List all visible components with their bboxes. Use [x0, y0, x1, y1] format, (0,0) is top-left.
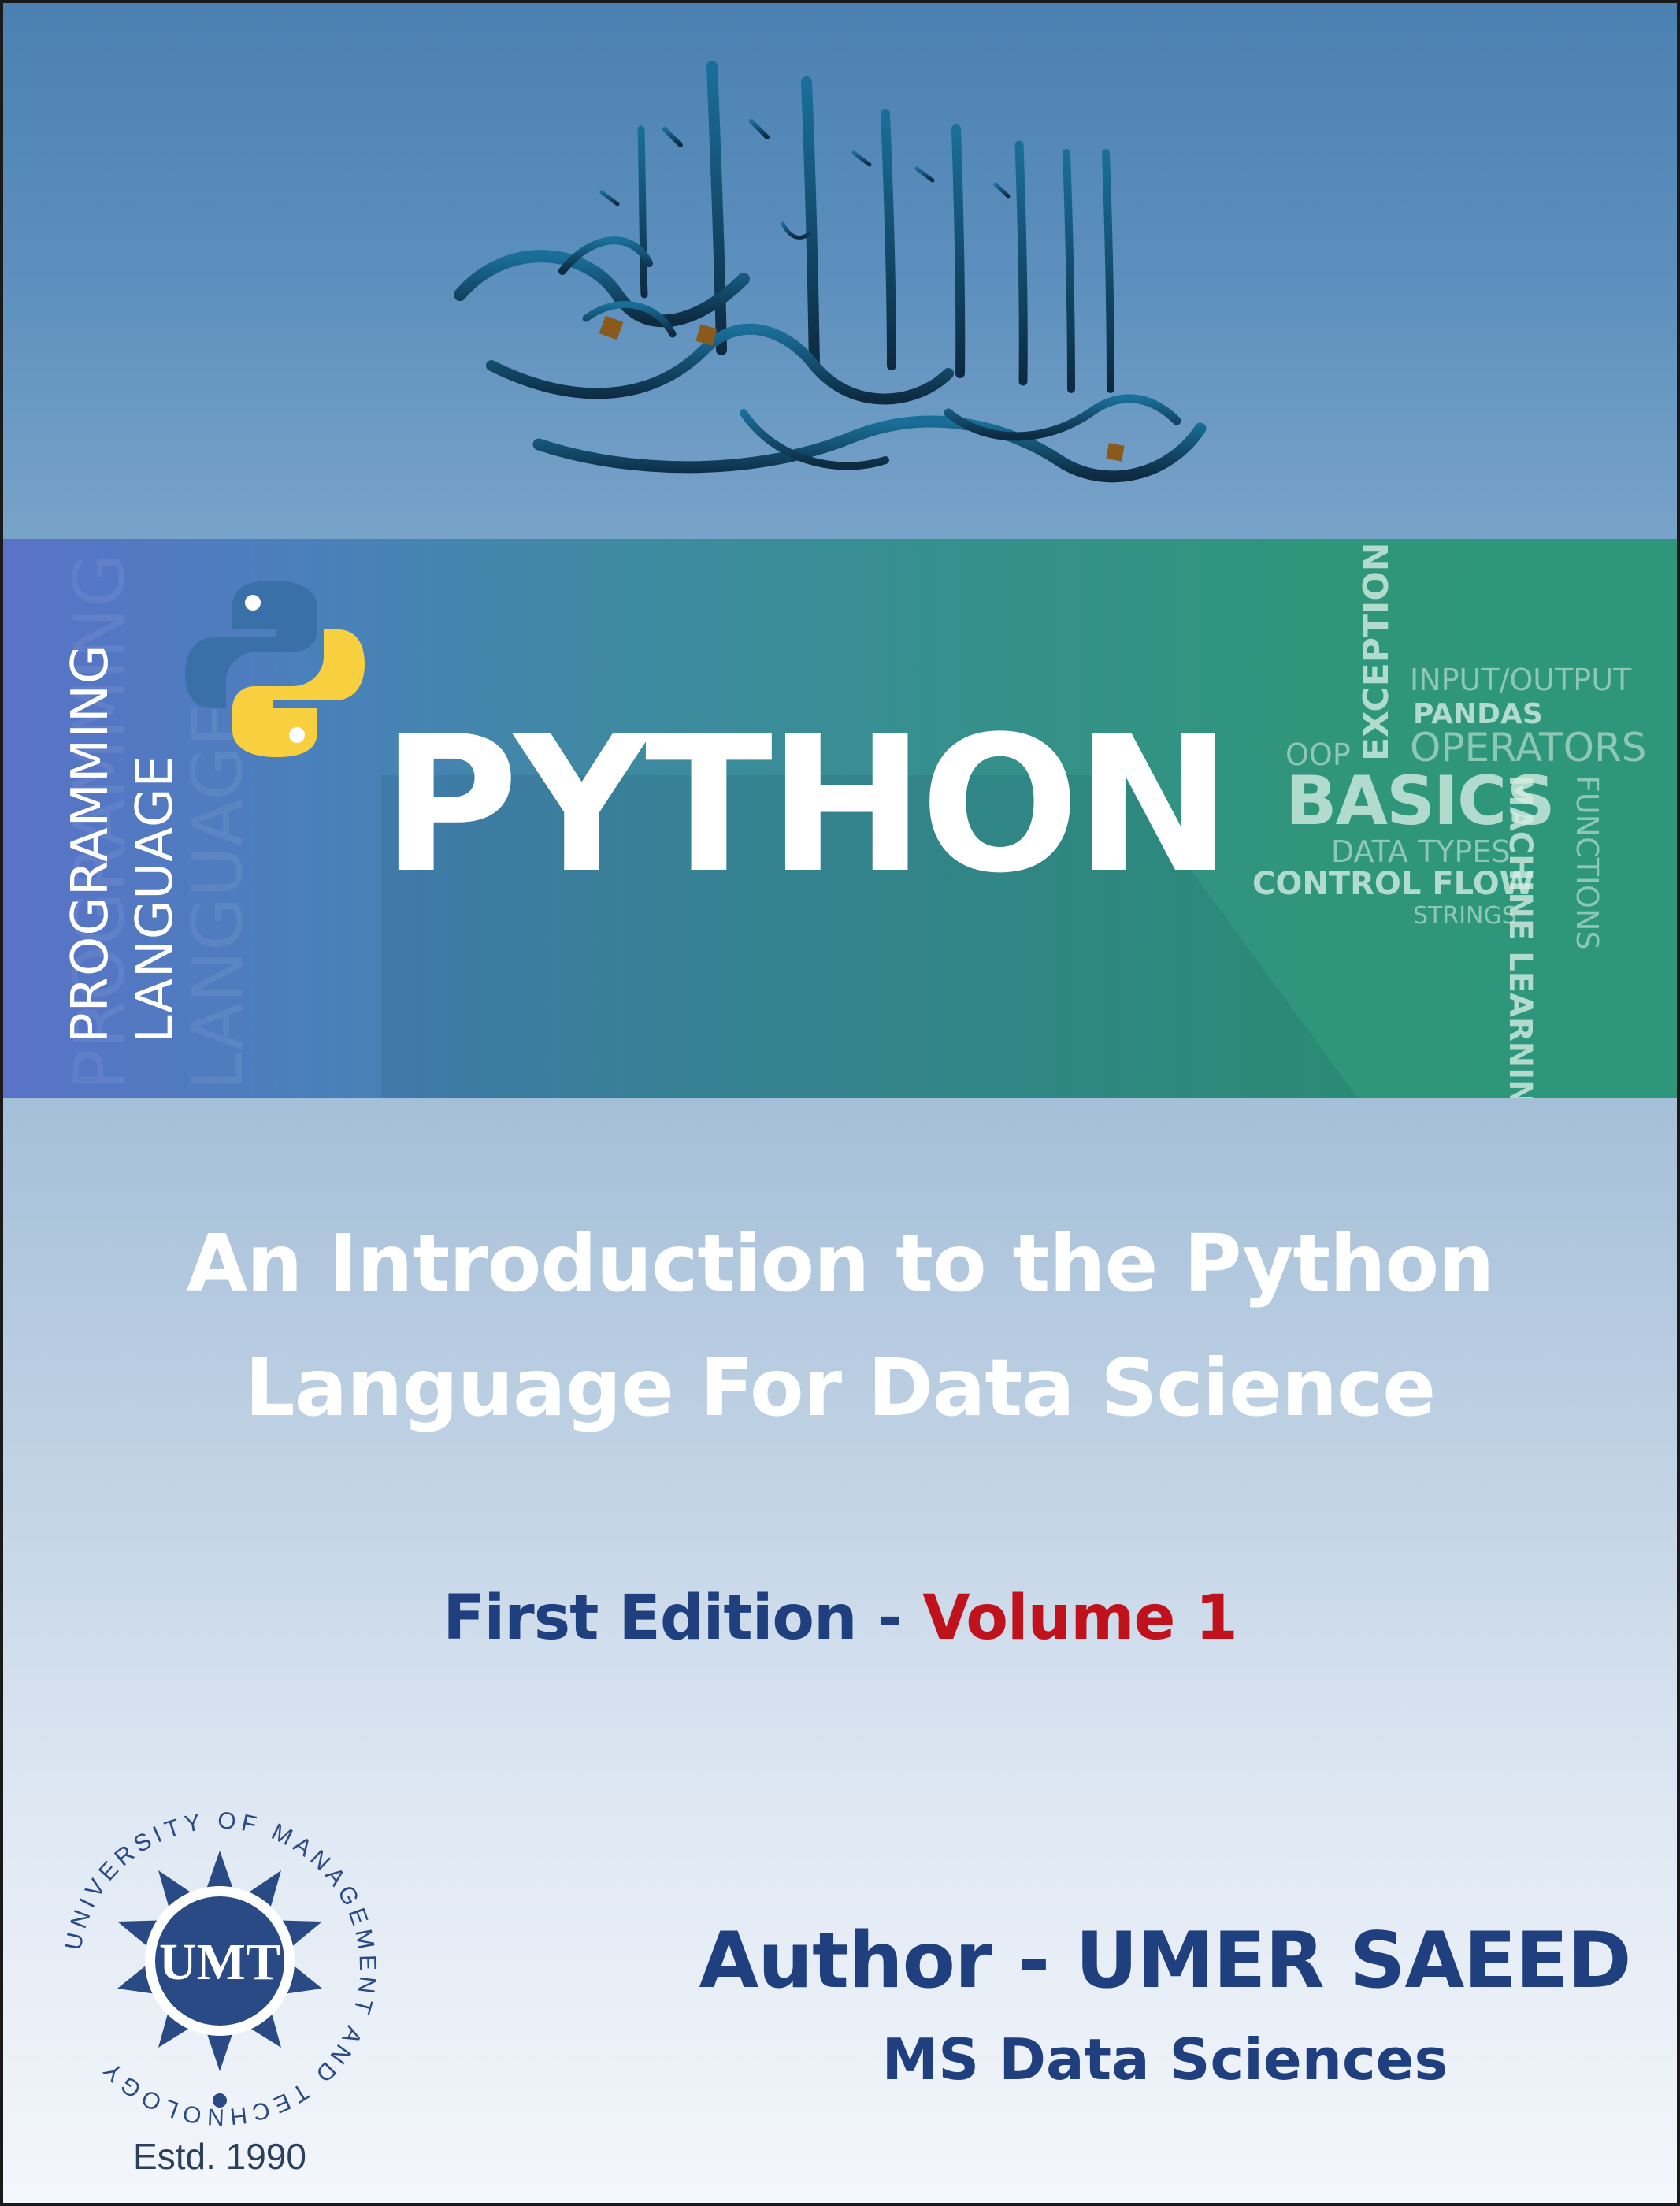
book-cover: PROGRAMMING LANGUAGE PROGRAMMING LANGUAG…	[0, 0, 1680, 2206]
tag-exception: EXCEPTION	[1356, 542, 1396, 761]
tag-data-types: DATA TYPES	[1331, 834, 1511, 869]
calligraphy-band	[3, 3, 1677, 539]
vertical-programming-language-label: PROGRAMMING LANGUAGE	[58, 644, 187, 1043]
python-logo-icon	[185, 581, 365, 757]
python-title: PYTHON	[381, 696, 1232, 915]
established-year: Estd. 1990	[133, 2136, 306, 2177]
edition-prefix: First Edition -	[443, 1583, 923, 1654]
tag-control-flow: CONTROL FLOW	[1252, 866, 1534, 902]
seal-abbrev: UMT	[159, 1933, 280, 1991]
book-title-line1: An Introduction to the Python	[186, 1217, 1495, 1309]
edition-label: First Edition - Volume 1	[3, 1575, 1677, 1662]
tag-input-output: INPUT/OUTPUT	[1410, 663, 1632, 697]
edition-volume: Volume 1	[922, 1583, 1238, 1654]
book-title-line2: Language For Data Science	[244, 1342, 1436, 1434]
author-name: Author - UMER SAEED	[699, 1916, 1631, 2006]
author-degree: MS Data Sciences	[881, 2026, 1448, 2093]
vertical-label-line1: PROGRAMMING	[61, 644, 120, 1043]
vertical-label-line2: LANGUAGE	[126, 755, 184, 1043]
tag-machine-learning: MACHINE LEARNING	[1502, 775, 1538, 1098]
tag-functions: FUNCTIONS	[1570, 775, 1604, 950]
university-seal-icon: UNIVERSITY OF MANAGEMENT AND TECHNOLOGY …	[60, 1807, 376, 2130]
bismillah-calligraphy-icon	[454, 61, 1207, 483]
python-banner: PROGRAMMING LANGUAGE PROGRAMMING LANGUAG…	[3, 539, 1677, 1098]
